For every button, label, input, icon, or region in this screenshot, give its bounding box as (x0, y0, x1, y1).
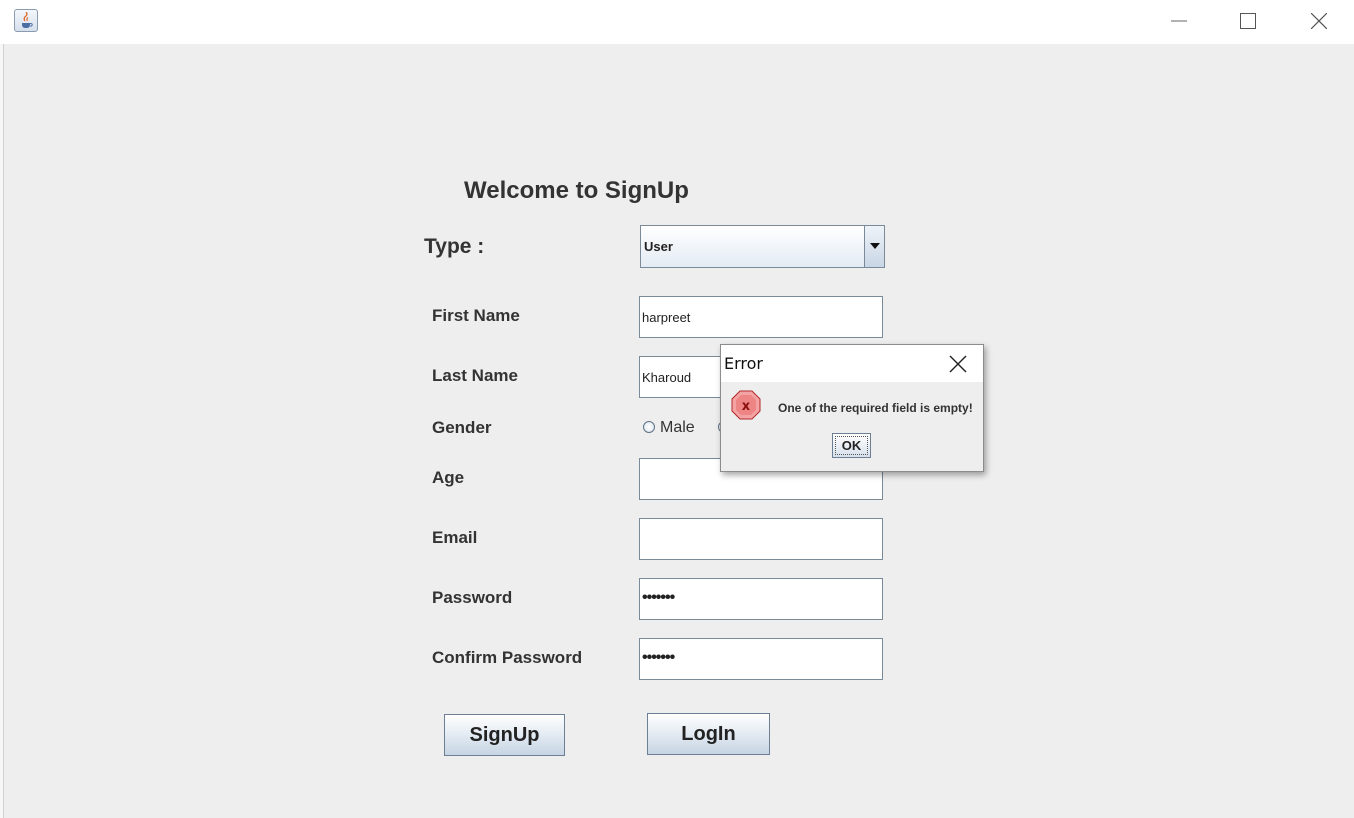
error-icon: x (731, 390, 761, 420)
email-label: Email (432, 528, 478, 547)
password-value: ••••••• (642, 589, 675, 606)
gender-label: Gender (432, 418, 492, 437)
type-label: Type : (424, 235, 485, 258)
window-titlebar (0, 0, 1354, 44)
dialog-titlebar: Error (721, 345, 983, 382)
ok-button[interactable]: OK (832, 433, 871, 458)
dialog-message: One of the required field is empty! (778, 401, 973, 415)
first-name-label: First Name (432, 306, 520, 325)
minimize-icon (1171, 20, 1187, 22)
age-label: Age (432, 468, 465, 487)
confirm-password-label: Confirm Password (432, 648, 583, 667)
first-name-field[interactable]: harpreet (639, 296, 883, 338)
confirm-password-value: ••••••• (642, 649, 675, 666)
dialog-close-button[interactable] (947, 353, 969, 375)
email-field[interactable] (639, 518, 883, 560)
error-dialog: Error x One of the required field is emp… (720, 344, 984, 472)
close-icon (949, 355, 967, 373)
type-select-value: User (644, 239, 673, 254)
minimize-button[interactable] (1156, 0, 1202, 44)
type-select-dropdown-button[interactable] (864, 226, 884, 267)
window-close-button[interactable] (1296, 0, 1342, 44)
dialog-title: Error (724, 354, 763, 373)
java-cup-icon[interactable] (14, 9, 38, 32)
page-title: Welcome to SignUp (464, 177, 689, 204)
password-label: Password (432, 588, 513, 607)
last-name-label: Last Name (432, 366, 518, 385)
signup-button[interactable]: SignUp (444, 714, 565, 756)
close-icon (1311, 13, 1327, 29)
confirm-password-field[interactable]: ••••••• (639, 638, 883, 680)
gender-male-label[interactable]: Male (660, 419, 695, 437)
login-button[interactable]: LogIn (647, 713, 770, 755)
maximize-icon (1240, 13, 1256, 29)
first-name-value: harpreet (642, 310, 691, 325)
password-field[interactable]: ••••••• (639, 578, 883, 620)
svg-text:x: x (742, 399, 751, 414)
gender-male-radio[interactable] (643, 421, 655, 433)
ok-focus-ring (835, 436, 868, 455)
type-select[interactable]: User (640, 225, 885, 268)
maximize-button[interactable] (1225, 0, 1271, 44)
chevron-down-icon (870, 243, 880, 249)
last-name-value: Kharoud (642, 370, 692, 385)
